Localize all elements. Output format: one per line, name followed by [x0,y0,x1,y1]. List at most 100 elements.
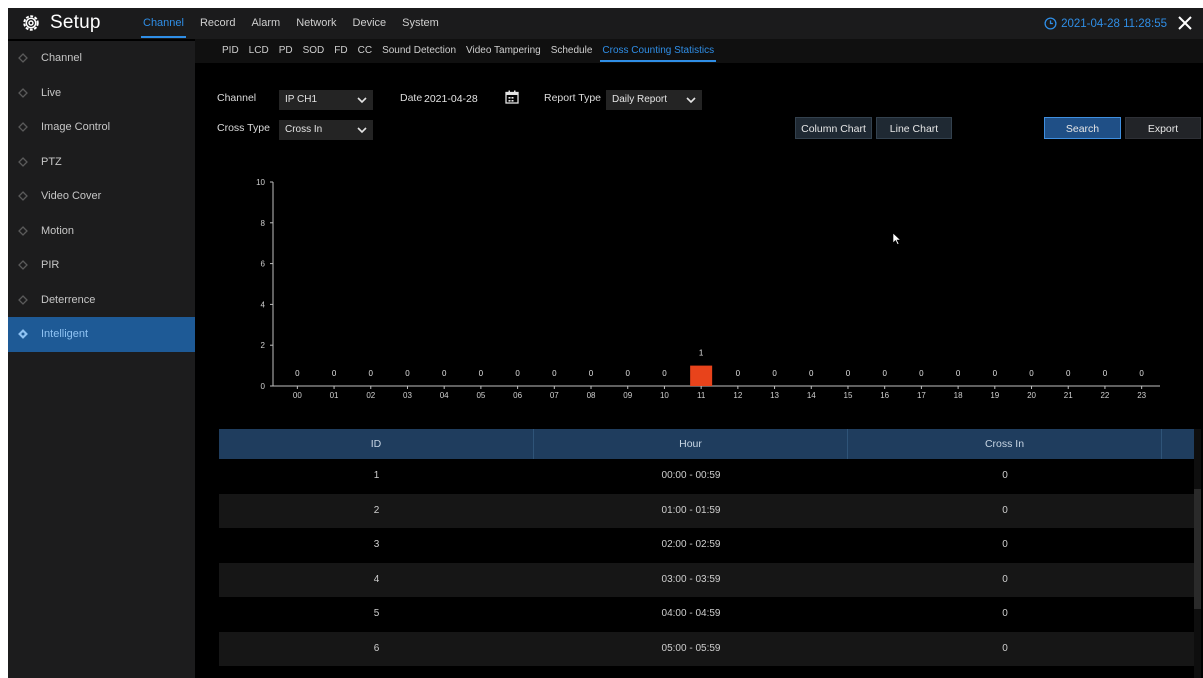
bar-value-label: 0 [956,369,961,378]
sidebar-item-label: Channel [41,52,82,65]
sidebar-item-label: Deterrence [41,293,96,306]
sidebar-item-label: Image Control [41,121,111,134]
column-chart-button[interactable]: Column Chart [795,117,872,139]
x-tick-label: 05 [476,391,485,400]
scrollbar-thumb[interactable] [1194,489,1201,609]
cell-cross-in: 0 [1002,608,1008,619]
tab-network[interactable]: Network [288,8,344,39]
sidebar-item-live[interactable]: Live [8,76,195,111]
table-header: ID Hour Cross In [219,429,1194,459]
cell-id: 3 [373,539,380,550]
y-tick-label: 6 [261,260,266,269]
subtab-cross-counting-statistics[interactable]: Cross Counting Statistics [597,39,719,63]
bullet-icon [18,225,28,236]
subtab-pid[interactable]: PID [217,39,244,63]
export-button[interactable]: Export [1125,117,1201,139]
subtab-lcd[interactable]: LCD [244,39,274,63]
subtab-sod[interactable]: SOD [298,39,330,63]
subtab-schedule[interactable]: Schedule [546,39,598,63]
table-row[interactable]: 3 02:00 - 02:59 0 [219,528,1194,563]
x-tick-label: 06 [513,391,522,400]
x-tick-label: 20 [1027,391,1036,400]
table-row[interactable]: 5 04:00 - 04:59 0 [219,597,1194,632]
gear-icon [23,15,39,31]
cell-id: 2 [373,504,380,516]
cell-cross-in: 0 [848,666,1162,678]
sidebar-item-label: Motion [41,224,75,237]
cell-hour: 01:00 - 01:59 [661,504,721,516]
cell-cross-in: 0 [1002,504,1008,516]
subtab-fd[interactable]: FD [329,39,352,63]
x-tick-label: 16 [880,391,889,400]
sidebar-item-motion[interactable]: Motion [8,214,195,249]
bar-value-label: 0 [809,369,814,378]
line-chart-button[interactable]: Line Chart [876,117,952,139]
calendar-icon[interactable] [505,90,519,104]
x-tick-label: 14 [807,391,816,400]
table-row[interactable]: 4 03:00 - 03:59 0 [219,562,1194,597]
mouse-cursor-icon [892,232,901,245]
x-tick-label: 02 [366,391,375,400]
sidebar-item-deterrence[interactable]: Deterrence [8,283,195,318]
subtab-sound-detection[interactable]: Sound Detection [377,39,461,63]
table-row[interactable]: 706:00 - 06:590 [219,666,1194,678]
tab-record[interactable]: Record [192,8,243,39]
cross-type-select[interactable]: Cross In [279,120,373,140]
cell-cross-in: 0 [1002,642,1008,654]
report-type-select[interactable]: Daily Report [606,90,702,110]
sidebar-item-label: Video Cover [41,190,102,203]
sidebar-item-label: PIR [41,259,60,272]
sidebar-item-ptz[interactable]: PTZ [8,145,195,180]
bullet-icon [18,260,28,271]
tab-alarm[interactable]: Alarm [243,8,288,39]
x-tick-label: 08 [587,391,596,400]
bar-value-label: 0 [662,369,667,378]
cross-count-chart: 0246810000010020030040050060070080090100… [256,178,1160,400]
date-label: Date [400,92,423,104]
system-clock: 2021-04-28 11:28:55 [1044,8,1167,39]
sidebar-item-channel[interactable]: Channel [8,41,195,76]
tab-channel[interactable]: Channel [135,8,192,39]
bar-value-label: 0 [442,369,447,378]
sidebar-item-image-control[interactable]: Image Control [8,110,195,145]
x-tick-label: 21 [1064,391,1073,400]
cell-hour: 02:00 - 02:59 [661,539,721,550]
sidebar-item-intelligent[interactable]: Intelligent [8,317,195,352]
close-icon[interactable] [1175,13,1195,33]
x-tick-label: 00 [293,391,302,400]
bullet-icon [18,53,28,64]
y-tick-label: 2 [261,341,266,350]
table-scrollbar[interactable] [1194,429,1201,678]
table-body: 1 00:00 - 00:59 0 2 01:00 - 01:59 0 3 02:00 - 0… [219,459,1194,678]
bullet-icon [18,191,28,202]
app-logo: Setup [22,12,101,34]
x-tick-label: 15 [844,391,853,400]
cell-cross-in: 0 [1002,573,1008,585]
channel-select[interactable]: IP CH1 [279,90,373,110]
cell-id: 6 [373,642,380,654]
chevron-down-icon [686,97,696,104]
sidebar-item-pir[interactable]: PIR [8,248,195,283]
cell-hour: 06:00 - 06:59 [534,666,848,678]
tab-device[interactable]: Device [345,8,395,39]
content-panel: PID LCD PD SOD FD CC Sound Detection Vid… [195,39,1203,678]
x-tick-label: 18 [954,391,963,400]
search-button[interactable]: Search [1044,117,1121,139]
table-row[interactable]: 6 05:00 - 05:59 0 [219,631,1194,666]
bullet-icon [18,122,28,133]
table-row[interactable]: 2 01:00 - 01:59 0 [219,493,1194,528]
subtab-cc[interactable]: CC [353,39,377,63]
subtab-pd[interactable]: PD [274,39,298,63]
bar-value-label: 0 [1103,369,1108,378]
tab-system[interactable]: System [394,8,447,39]
app-title: Setup [50,12,101,33]
subtab-video-tampering[interactable]: Video Tampering [461,39,546,63]
sidebar-item-video-cover[interactable]: Video Cover [8,179,195,214]
x-tick-label: 10 [660,391,669,400]
bullet-icon [18,329,28,340]
y-tick-label: 10 [256,178,265,187]
bar-value-label: 0 [589,369,594,378]
x-tick-label: 12 [733,391,742,400]
table-row[interactable]: 1 00:00 - 00:59 0 [219,459,1194,494]
y-tick-label: 8 [261,219,266,228]
